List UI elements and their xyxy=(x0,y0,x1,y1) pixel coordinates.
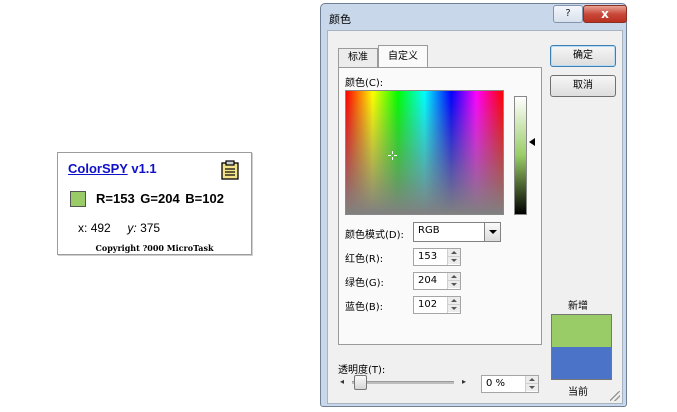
slider-left-arrow-icon[interactable]: ◂ xyxy=(340,377,344,386)
colorspy-window: ColorSPY v1.1 R=153 G=204 B=102 x: 492 y… xyxy=(57,152,252,255)
luminance-slider[interactable] xyxy=(514,96,527,215)
close-button[interactable]: x xyxy=(583,5,627,23)
green-label: 绿色(G): xyxy=(345,278,384,289)
y-label: y: xyxy=(127,221,137,235)
color-preview xyxy=(551,314,612,380)
x-value: 492 xyxy=(90,221,111,235)
colorspy-title[interactable]: ColorSPY v1.1 xyxy=(68,161,157,176)
dialog-title: 颜色 xyxy=(329,13,351,26)
slider-thumb[interactable] xyxy=(354,375,367,390)
colorspy-version: v1.1 xyxy=(131,161,157,176)
dialog-body: 标准 自定义 颜色(C): 颜色模式(D): RGB 红色(R): 153 绿色… xyxy=(327,30,623,404)
cursor-coordinates: x: 492 y: 375 xyxy=(78,221,160,235)
current-color-swatch xyxy=(552,347,611,379)
red-value[interactable]: 153 xyxy=(418,251,437,262)
cancel-button[interactable]: 取消 xyxy=(550,75,616,97)
new-color-swatch xyxy=(552,315,611,347)
copyright-text: Copyright ?000 MicroTask xyxy=(95,243,214,253)
transparency-label: 透明度(T): xyxy=(338,365,386,376)
slider-right-arrow-icon[interactable]: ▸ xyxy=(462,377,466,386)
clipboard-icon[interactable] xyxy=(221,160,239,180)
current-color-label: 当前 xyxy=(568,387,588,398)
new-color-label: 新增 xyxy=(568,301,588,312)
blue-value[interactable]: 102 xyxy=(418,299,437,310)
green-spinbox[interactable]: 204 xyxy=(413,272,461,290)
transparency-up-icon[interactable] xyxy=(526,376,538,384)
luminance-arrow-icon[interactable] xyxy=(529,138,535,146)
color-mode-value: RGB xyxy=(418,225,440,236)
blue-label: 蓝色(B): xyxy=(345,302,384,313)
x-label: x: xyxy=(78,221,88,235)
chevron-down-icon[interactable] xyxy=(484,223,500,241)
tab-custom[interactable]: 自定义 xyxy=(378,45,428,68)
transparency-spinbox[interactable]: 0 % xyxy=(481,375,539,393)
transparency-slider[interactable]: ◂ ▸ xyxy=(338,375,468,390)
color-mode-select[interactable]: RGB xyxy=(413,222,501,242)
color-spectrum[interactable] xyxy=(345,90,504,215)
ok-button[interactable]: 确定 xyxy=(550,45,616,67)
blue-spinbox[interactable]: 102 xyxy=(413,296,461,314)
resize-grip-icon[interactable] xyxy=(610,391,620,401)
blue-down-icon[interactable] xyxy=(448,305,460,312)
color-swatch xyxy=(70,191,86,207)
transparency-value[interactable]: 0 % xyxy=(486,378,505,389)
custom-tab-panel: 颜色(C): 颜色模式(D): RGB 红色(R): 153 绿色(G): 20… xyxy=(338,67,542,345)
colorspy-app-name[interactable]: ColorSPY xyxy=(68,161,128,176)
rgb-readout: R=153 G=204 B=102 xyxy=(96,191,224,206)
transparency-down-icon[interactable] xyxy=(526,384,538,391)
y-value: 375 xyxy=(140,221,161,235)
color-mode-label: 颜色模式(D): xyxy=(345,230,404,241)
red-spinbox[interactable]: 153 xyxy=(413,248,461,266)
red-label: 红色(R): xyxy=(345,254,384,265)
color-dialog: 颜色 ? x 标准 自定义 颜色(C): 颜色模式(D): RGB 红色(R):… xyxy=(320,3,627,407)
colors-label: 颜色(C): xyxy=(345,78,384,89)
green-up-icon[interactable] xyxy=(448,273,460,281)
crosshair-icon xyxy=(388,151,397,160)
blue-up-icon[interactable] xyxy=(448,297,460,305)
green-value[interactable]: 204 xyxy=(418,275,437,286)
red-down-icon[interactable] xyxy=(448,257,460,264)
red-up-icon[interactable] xyxy=(448,249,460,257)
tab-standard[interactable]: 标准 xyxy=(338,48,378,67)
green-down-icon[interactable] xyxy=(448,281,460,288)
help-button[interactable]: ? xyxy=(553,5,583,23)
